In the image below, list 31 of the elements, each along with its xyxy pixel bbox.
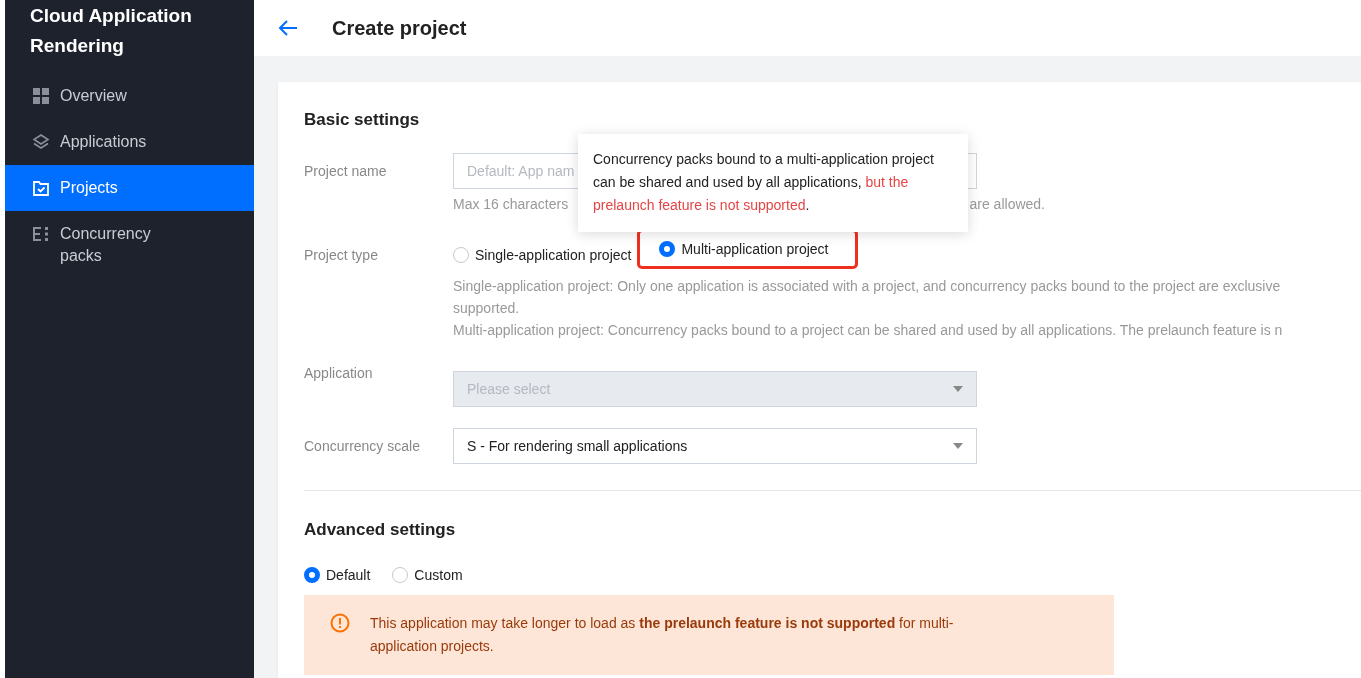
app-title: Cloud Application Rendering bbox=[29, 4, 193, 58]
back-arrow-icon[interactable] bbox=[278, 19, 298, 37]
sidebar-item[interactable]: Projects bbox=[5, 165, 254, 211]
radio-option[interactable]: Custom bbox=[392, 567, 463, 583]
grid-icon bbox=[32, 87, 50, 105]
radio-option[interactable]: Default bbox=[304, 567, 371, 583]
description-text: Single-application project: Only one application is associated with a project, and concurrency packs bound to the project are exclusive bbox=[453, 277, 1282, 296]
description-text: supported. bbox=[453, 299, 521, 318]
folder-check-icon bbox=[32, 179, 50, 197]
field-label: Concurrency scale bbox=[304, 437, 421, 456]
page-title: Create project bbox=[332, 16, 467, 40]
warning-icon bbox=[330, 613, 350, 633]
layers-icon bbox=[32, 133, 50, 151]
sidebar-item[interactable]: Applications bbox=[5, 119, 254, 165]
field-label: Project name bbox=[304, 162, 388, 181]
tooltip: Concurrency packs bound to a multi-application project can be shared and used by all applications, but the prelaunch feature is not supported. bbox=[578, 134, 968, 232]
caret-icon bbox=[953, 386, 963, 392]
sidebar-item[interactable]: Overview bbox=[5, 73, 254, 119]
description-text: Multi-application project: Concurrency packs bound to a project can be shared and used by all applications. The prelaunch feature is n bbox=[453, 321, 1284, 340]
hint-text: are allowed. bbox=[969, 195, 1045, 214]
sidebar-item[interactable]: Concurrency packs bbox=[5, 211, 254, 279]
caret-icon bbox=[953, 443, 963, 449]
field-label: Project type bbox=[304, 246, 379, 265]
field-label: Application bbox=[304, 364, 374, 383]
hint-text: Max 16 characters bbox=[453, 195, 569, 214]
section-heading: Advanced settings bbox=[304, 519, 457, 541]
radio-option[interactable]: Single-application project bbox=[453, 247, 632, 263]
alert-text: This application may take longer to load as the prelaunch feature is not supported for multi-application projects. bbox=[370, 614, 955, 656]
section-heading: Basic settings bbox=[304, 109, 421, 131]
select-field[interactable]: S - For rendering small applications bbox=[453, 428, 977, 464]
list-icon bbox=[32, 225, 50, 243]
